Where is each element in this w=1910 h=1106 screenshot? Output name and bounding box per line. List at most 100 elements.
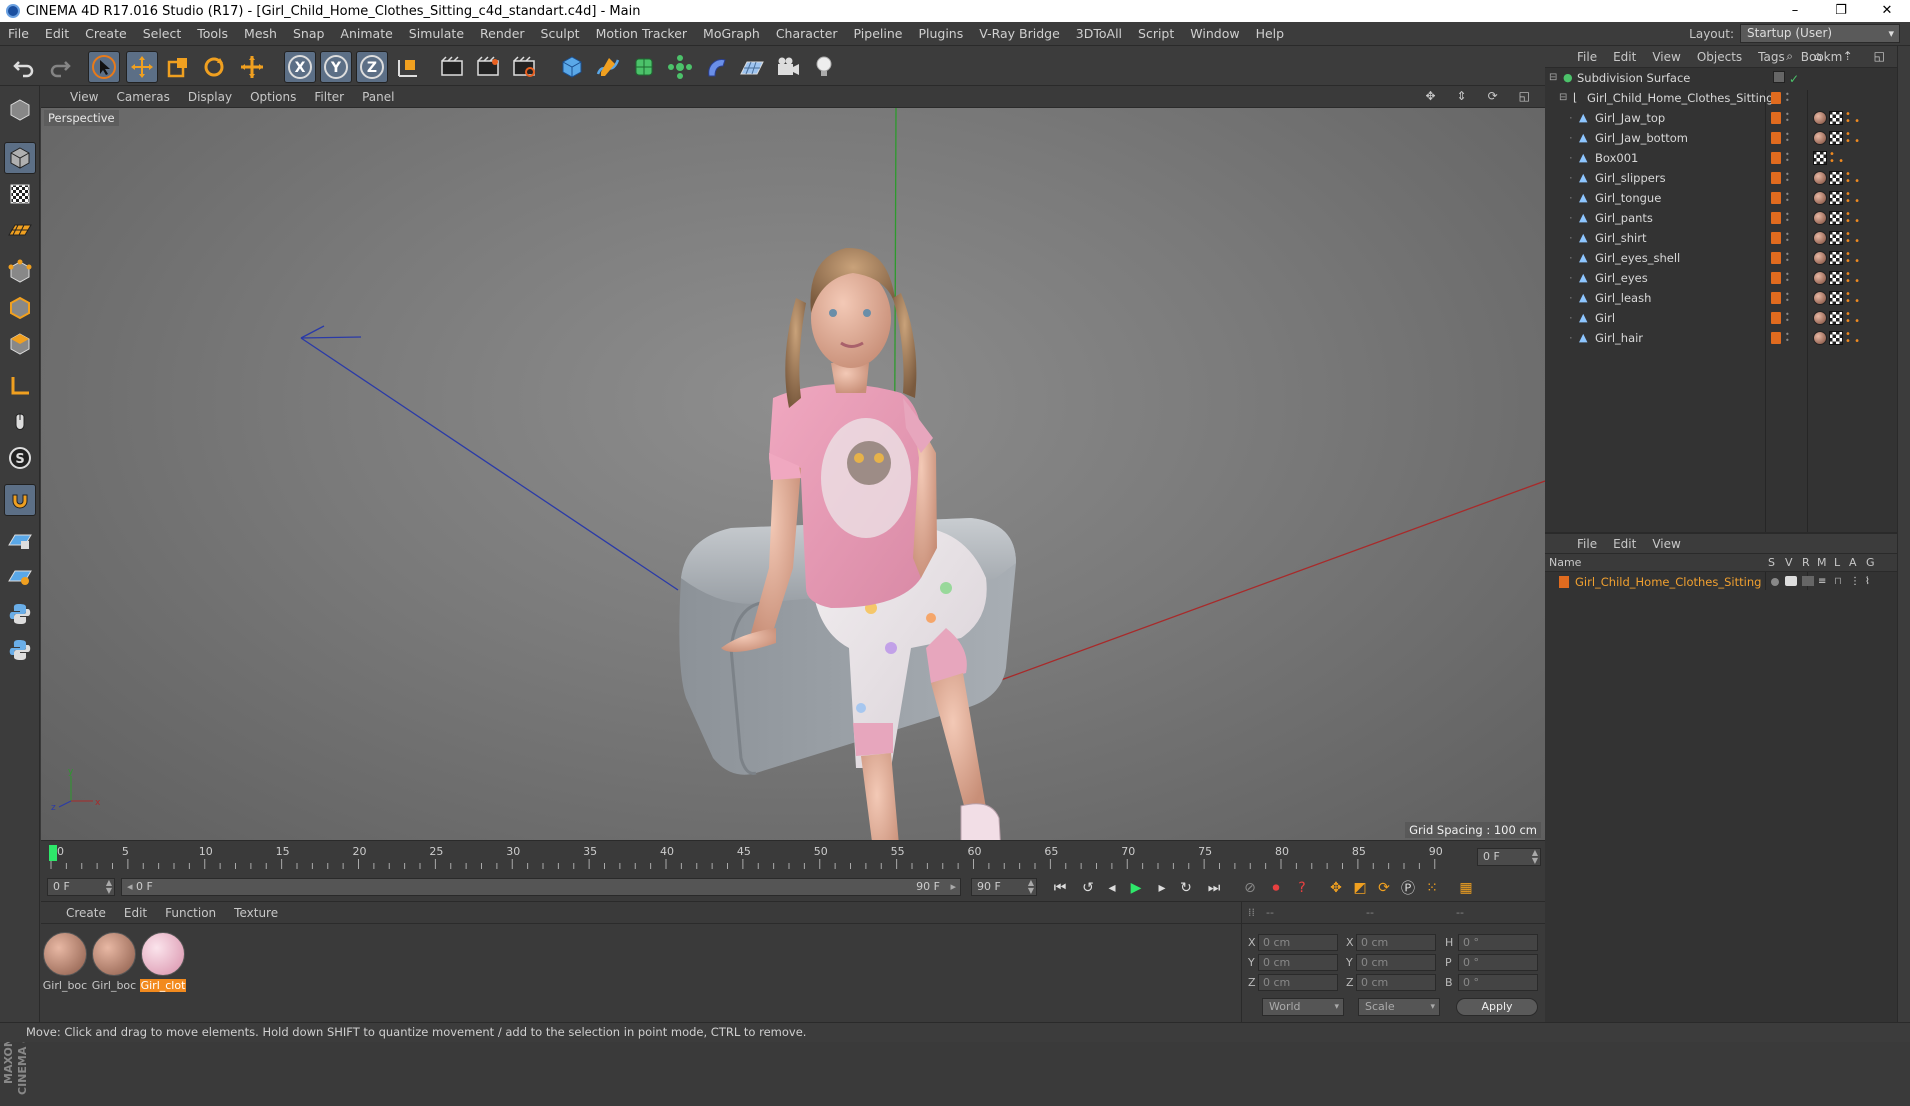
material-swatch[interactable]: Girl_boc (42, 932, 88, 992)
layer-color-swatch[interactable] (1771, 152, 1781, 164)
material-menu-edit[interactable]: Edit (115, 906, 156, 920)
phong-tag-icon[interactable]: • • • (1845, 130, 1860, 147)
material-tag-icon[interactable] (1813, 311, 1827, 325)
key-scale-icon[interactable]: ◩ (1349, 877, 1371, 899)
phong-tag-icon[interactable]: • • • (1845, 190, 1860, 207)
uvw-tag-icon[interactable] (1829, 271, 1843, 285)
layer-animation-icon[interactable]: ⋮ (1850, 572, 1860, 592)
object-row[interactable]: · ▲ Girl_slippers • • • • • (1545, 168, 1897, 188)
viewport-menu-options[interactable]: Options (241, 90, 305, 104)
object-row[interactable]: · ▲ Girl_hair • • • • • (1545, 328, 1897, 348)
go-to-previous-frame-icon[interactable]: ◂ (1101, 877, 1123, 899)
perspective-viewport[interactable]: y x z Perspective Grid Spacing : 100 cm (41, 108, 1545, 840)
polygons-mode-icon[interactable] (4, 328, 36, 360)
go-to-next-key-icon[interactable]: ↻ (1175, 877, 1197, 899)
undo-icon[interactable] (8, 51, 40, 83)
start-frame-field[interactable]: 0 F ▲ ▼ (47, 878, 115, 896)
planar-workplane-icon[interactable] (4, 560, 36, 592)
points-mode-icon[interactable] (4, 256, 36, 288)
material-tag-icon[interactable] (1813, 131, 1827, 145)
layer-generator-icon[interactable]: ⌇ (1865, 572, 1870, 592)
menu-mograph[interactable]: MoGraph (695, 22, 768, 46)
visibility-dots-icon[interactable]: • • (1785, 91, 1791, 105)
material-tag-icon[interactable] (1813, 211, 1827, 225)
menu-file[interactable]: File (0, 22, 37, 46)
lm-menu-view[interactable]: View (1644, 537, 1688, 551)
scale-tool-icon[interactable] (162, 51, 194, 83)
record-active-objects-icon[interactable]: ⏺ (1265, 877, 1287, 899)
menu-mesh[interactable]: Mesh (236, 22, 285, 46)
visibility-dots-icon[interactable]: • • (1785, 111, 1791, 125)
material-tag-icon[interactable] (1813, 111, 1827, 125)
viewport-menu-view[interactable]: View (61, 90, 107, 104)
om-menu-file[interactable]: File (1569, 50, 1605, 64)
layer-view-icon[interactable] (1785, 576, 1797, 586)
object-row-group[interactable]: ⊟ ⌊ Girl_Child_Home_Clothes_Sitting • • (1545, 88, 1897, 108)
key-rotation-icon[interactable]: ⟳ (1373, 877, 1395, 899)
lm-menu-edit[interactable]: Edit (1605, 537, 1644, 551)
layer-color-swatch[interactable] (1771, 192, 1781, 204)
close-button[interactable]: ✕ (1864, 0, 1910, 22)
deformer-bend-icon[interactable] (700, 51, 732, 83)
end-frame-field[interactable]: 90 F ▲ ▼ (971, 878, 1037, 896)
uvw-tag-icon[interactable] (1829, 291, 1843, 305)
viewport-menu-filter[interactable]: Filter (305, 90, 353, 104)
redo-icon[interactable] (44, 51, 76, 83)
material-tag-icon[interactable] (1813, 331, 1827, 345)
menu-sculpt[interactable]: Sculpt (533, 22, 588, 46)
material-tag-icon[interactable] (1813, 191, 1827, 205)
timeline-ruler[interactable]: 0 5 10 15 20 25 30 35 40 45 50 55 60 65 70 75 80 85 90 0 F… (41, 840, 1545, 872)
uvw-tag-icon[interactable] (1829, 311, 1843, 325)
menu-create[interactable]: Create (77, 22, 135, 46)
material-menu-create[interactable]: Create (57, 906, 115, 920)
viewport-menu-cameras[interactable]: Cameras (107, 90, 178, 104)
uvw-tag-icon[interactable] (1829, 171, 1843, 185)
edges-mode-icon[interactable] (4, 292, 36, 324)
menu-script[interactable]: Script (1130, 22, 1182, 46)
layer-manager-icon[interactable]: ≡ (1818, 572, 1826, 592)
menu-tools[interactable]: Tools (189, 22, 236, 46)
object-row[interactable]: · ▲ Girl_leash • • • • • (1545, 288, 1897, 308)
material-tag-icon[interactable] (1813, 271, 1827, 285)
object-row[interactable]: · ▲ Girl_shirt • • • • • (1545, 228, 1897, 248)
size-y-field[interactable]: 0 cm (1356, 954, 1436, 971)
spline-pen-icon[interactable] (592, 51, 624, 83)
uvw-tag-icon[interactable] (1829, 191, 1843, 205)
position-z-field[interactable]: 0 cm (1258, 974, 1338, 991)
size-mode-dropdown[interactable]: Scale (1358, 998, 1440, 1016)
visibility-dots-icon[interactable]: • • (1785, 131, 1791, 145)
frame-range-slider[interactable]: ◂ 0 F 90 F ▸ (121, 878, 961, 896)
material-tag-icon[interactable] (1813, 251, 1827, 265)
visibility-dots-icon[interactable]: • • (1785, 171, 1791, 185)
visibility-dots-icon[interactable]: • • (1785, 311, 1791, 325)
axis-mode-icon[interactable] (4, 370, 36, 402)
viewport-camera-label[interactable]: Perspective (44, 110, 119, 126)
om-menu-edit[interactable]: Edit (1605, 50, 1644, 64)
menu-help[interactable]: Help (1248, 22, 1293, 46)
menu-animate[interactable]: Animate (332, 22, 400, 46)
material-menu-texture[interactable]: Texture (225, 906, 287, 920)
render-picture-viewer-icon[interactable] (472, 51, 504, 83)
visibility-dots-icon[interactable]: • • (1785, 211, 1791, 225)
layer-color-swatch[interactable] (1771, 272, 1781, 284)
phong-tag-icon[interactable]: • • • (1845, 250, 1860, 267)
model-mode-icon[interactable] (4, 142, 36, 174)
layer-color-swatch[interactable] (1771, 232, 1781, 244)
visibility-dots-icon[interactable]: • • (1785, 231, 1791, 245)
array-cloner-icon[interactable] (664, 51, 696, 83)
cube-primitive-icon[interactable] (556, 51, 588, 83)
material-swatch-selected[interactable]: Girl_clot (140, 932, 186, 992)
coordinate-system-icon[interactable] (392, 51, 424, 83)
search-icon[interactable]: ⌕ (1778, 49, 1801, 64)
layer-lock-icon[interactable]: ⊓ (1834, 572, 1842, 592)
enabled-check-icon[interactable]: ✓ (1789, 69, 1799, 89)
menu-simulate[interactable]: Simulate (401, 22, 472, 46)
layer-color-swatch[interactable] (1771, 172, 1781, 184)
object-row[interactable]: · ▲ Girl_Jaw_top • • • • • (1545, 108, 1897, 128)
layer-color-swatch[interactable] (1771, 292, 1781, 304)
orbit-view-icon[interactable]: ⟳ (1479, 89, 1507, 103)
phong-tag-icon[interactable]: • • • (1845, 310, 1860, 327)
key-pla-icon[interactable]: ⁙ (1421, 877, 1443, 899)
axis-y-toggle[interactable]: Y (320, 51, 352, 83)
phong-tag-icon[interactable]: • • • (1845, 170, 1860, 187)
